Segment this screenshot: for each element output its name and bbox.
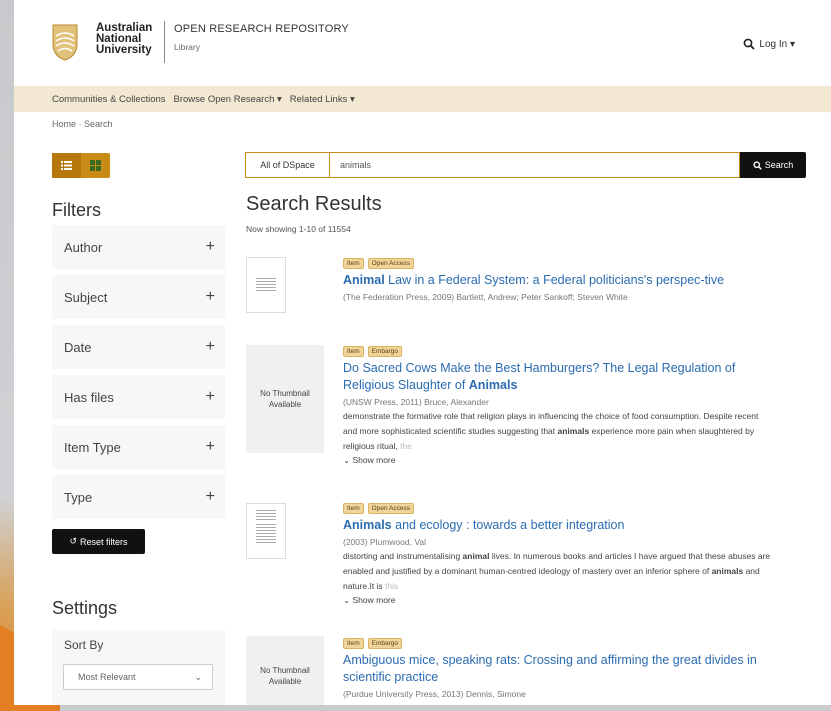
sort-select[interactable]: Most Relevant ⌄ [63, 664, 213, 690]
list-item: Item Open Access Animals and ecology : t… [343, 503, 773, 606]
list-item: Item Open Access Animal Law in a Federal… [343, 258, 773, 302]
result-abstract: demonstrate the formative role that reli… [343, 411, 759, 451]
sort-by-label: Sort By [64, 638, 104, 652]
main-nav: Communities & Collections Browse Open Re… [14, 86, 831, 112]
access-badge: Embargo [367, 638, 403, 649]
results-count: Now showing 1-10 of 11554 [246, 224, 351, 234]
background-left [0, 0, 14, 711]
filters-heading: Filters [52, 200, 101, 220]
access-badge: Open Access [367, 258, 414, 269]
filter-label: Subject [64, 289, 108, 305]
filter-label: Author [64, 239, 103, 255]
result-title-link[interactable]: Animals and ecology : towards a better i… [343, 517, 773, 534]
filter-label: Item Type [64, 439, 121, 455]
university-name: Australian National University [96, 22, 153, 56]
repository-subtitle: Library [174, 42, 200, 52]
filter-label: Has files [64, 389, 114, 405]
search-button-label: Search [764, 160, 794, 170]
search-scope-button[interactable]: All of DSpace [245, 152, 329, 178]
list-item: Item Embargo Ambiguous mice, speaking ra… [343, 638, 773, 699]
filter-has-files[interactable]: Has files + [52, 375, 225, 419]
header-divider [164, 21, 165, 63]
plus-icon: + [205, 388, 215, 405]
result-thumbnail[interactable] [246, 503, 286, 559]
nav-browse[interactable]: Browse Open Research ▾ [174, 94, 282, 105]
document-preview [256, 524, 276, 544]
result-title-link[interactable]: Ambiguous mice, speaking rats: Crossing … [343, 652, 773, 686]
view-mode-toggle [52, 153, 110, 178]
filter-item-type[interactable]: Item Type + [52, 425, 225, 469]
list-view-button[interactable] [52, 153, 81, 178]
result-abstract: distorting and instrumentalising animal … [343, 551, 771, 591]
filter-type[interactable]: Type + [52, 475, 225, 519]
access-badge: Open Access [367, 503, 414, 514]
filter-label: Type [64, 489, 93, 505]
result-thumbnail[interactable] [246, 257, 286, 313]
undo-icon: ↺ [69, 536, 78, 546]
reset-filters-button[interactable]: ↺ Reset filters [52, 529, 145, 554]
result-meta: (Purdue University Press, 2013) Dennis, … [343, 689, 526, 699]
no-thumbnail[interactable]: No Thumbnail Available [246, 636, 324, 705]
anu-crest-logo[interactable] [50, 22, 80, 62]
item-badge: Item [343, 346, 364, 357]
show-more-button[interactable]: ⌄ Show more [343, 595, 773, 606]
result-title-link[interactable]: Animal Law in a Federal System: a Federa… [343, 272, 773, 289]
badges: Item Embargo [343, 346, 773, 357]
item-badge: Item [343, 258, 364, 269]
result-title-link[interactable]: Do Sacred Cows Make the Best Hamburgers?… [343, 360, 773, 394]
document-preview [256, 510, 276, 520]
filter-date[interactable]: Date + [52, 325, 225, 369]
plus-icon: + [205, 338, 215, 355]
show-more-button[interactable]: ⌄ Show more [343, 455, 773, 466]
search-icon [753, 160, 762, 170]
badges: Item Embargo [343, 638, 773, 649]
plus-icon: + [205, 438, 215, 455]
filter-label: Date [64, 339, 92, 355]
search-input[interactable]: animals [329, 152, 740, 178]
grid-icon [90, 160, 101, 171]
reset-filters-label: Reset filters [80, 536, 128, 547]
plus-icon: + [205, 488, 215, 505]
result-meta: (UNSW Press, 2011) Bruce, Alexander [343, 397, 489, 407]
document-preview [256, 278, 276, 292]
badges: Item Open Access [343, 258, 773, 269]
nav-related-links[interactable]: Related Links ▾ [290, 94, 355, 105]
list-item: Item Embargo Do Sacred Cows Make the Bes… [343, 346, 773, 466]
nav-communities[interactable]: Communities & Collections [52, 94, 166, 105]
settings-heading: Settings [52, 598, 118, 618]
grid-view-button[interactable] [81, 153, 110, 178]
page: Australian National University OPEN RESE… [14, 0, 831, 705]
result-meta: (The Federation Press, 2009) Bartlett, A… [343, 292, 628, 302]
plus-icon: + [205, 288, 215, 305]
no-thumbnail[interactable]: No Thumbnail Available [246, 345, 324, 453]
breadcrumb[interactable]: Home · Search [52, 119, 113, 129]
badges: Item Open Access [343, 503, 773, 514]
result-meta: (2003) Plumwood, Val [343, 537, 426, 547]
login-label: Log In ▾ [759, 38, 795, 50]
search-button[interactable]: Search [740, 152, 806, 178]
item-badge: Item [343, 503, 364, 514]
access-badge: Embargo [367, 346, 403, 357]
results-heading: Search Results [246, 193, 382, 215]
sort-value: Most Relevant [78, 672, 136, 682]
search-icon [743, 38, 756, 50]
site-header: Australian National University OPEN RESE… [14, 0, 831, 86]
sort-by-panel: Sort By Most Relevant ⌄ [52, 630, 225, 705]
chevron-down-icon: ⌄ [194, 671, 202, 682]
plus-icon: + [205, 238, 215, 255]
repository-title: OPEN RESEARCH REPOSITORY [174, 23, 349, 35]
item-badge: Item [343, 638, 364, 649]
list-icon [61, 161, 72, 170]
login-button[interactable]: Log In ▾ [743, 38, 795, 50]
filter-author[interactable]: Author + [52, 225, 225, 269]
filter-subject[interactable]: Subject + [52, 275, 225, 319]
